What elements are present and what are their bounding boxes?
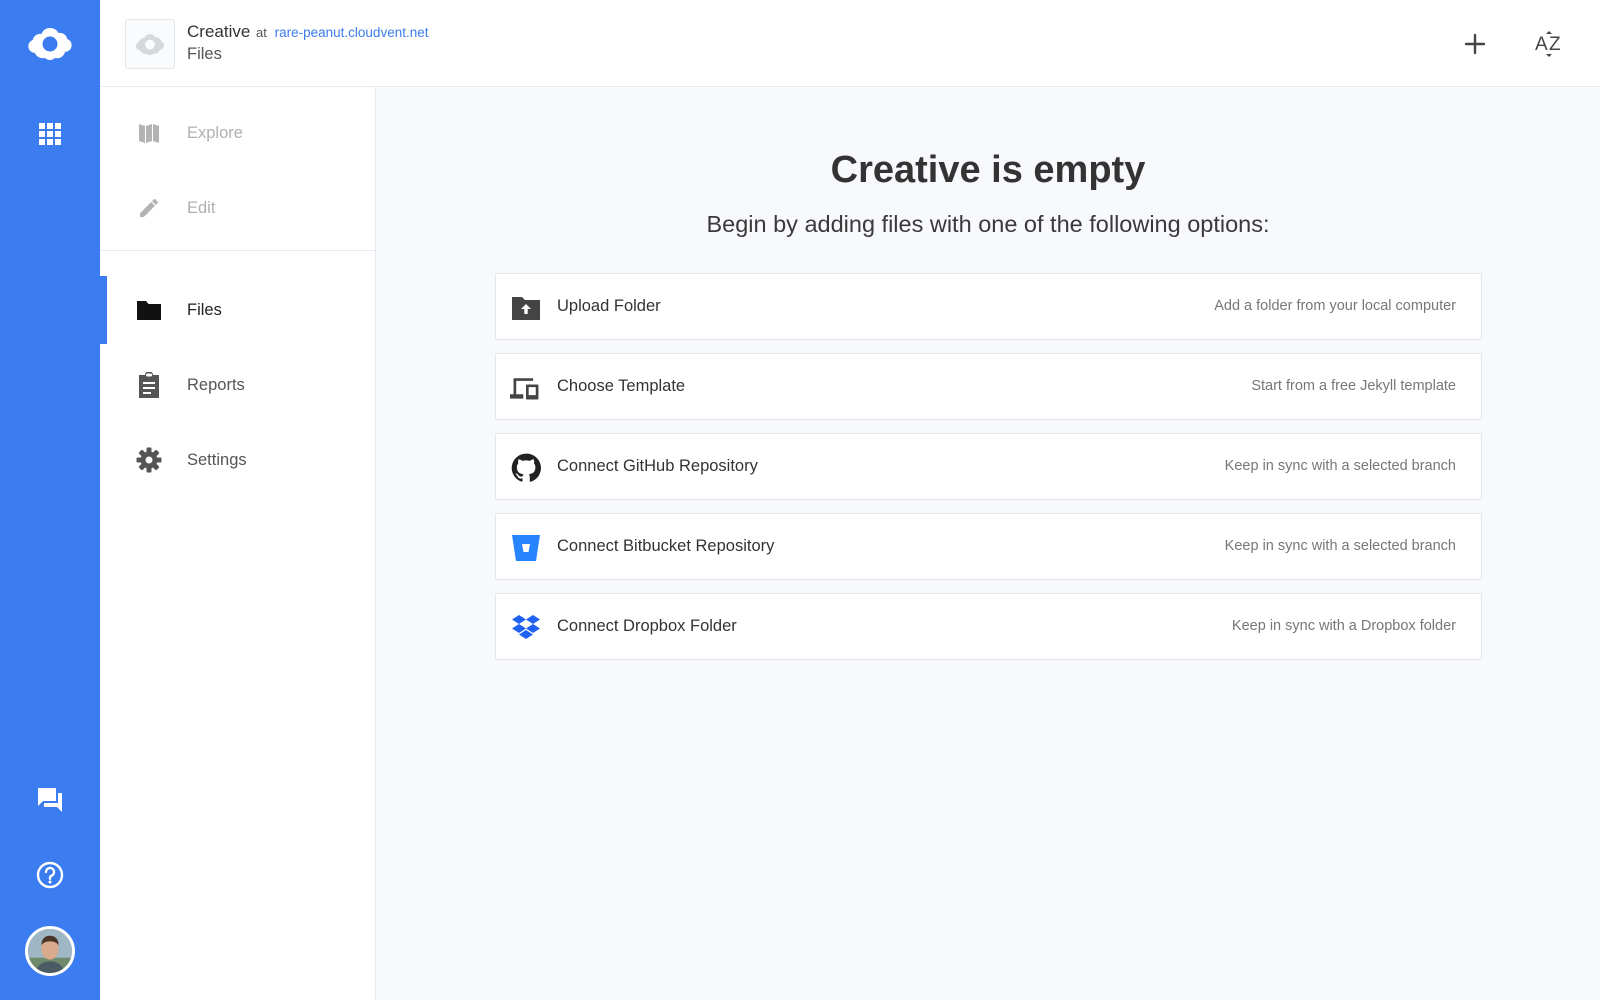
option-description: Keep in sync with a selected branch	[1224, 538, 1456, 554]
option-label: Upload Folder	[557, 297, 661, 315]
section-nav: Explore Edit Files Reports Settings	[100, 87, 376, 1000]
nav-label-settings: Settings	[187, 450, 247, 469]
option-description: Start from a free Jekyll template	[1251, 378, 1456, 394]
upload-folder-option[interactable]: Upload Folder Add a folder from your loc…	[495, 273, 1482, 340]
nav-item-files[interactable]: Files	[100, 276, 375, 344]
devices-icon	[510, 372, 542, 404]
connect-bitbucket-option[interactable]: Connect Bitbucket Repository Keep in syn…	[495, 513, 1482, 580]
option-description: Add a folder from your local computer	[1214, 298, 1456, 314]
connect-dropbox-option[interactable]: Connect Dropbox Folder Keep in sync with…	[495, 593, 1482, 660]
pencil-icon	[136, 195, 162, 221]
option-label: Connect Dropbox Folder	[557, 617, 737, 635]
chat-button[interactable]	[0, 778, 100, 822]
bitbucket-icon	[510, 532, 542, 564]
gear-icon	[136, 447, 162, 473]
nav-item-explore[interactable]: Explore	[100, 99, 375, 167]
section-title: Files	[187, 45, 222, 63]
help-button[interactable]	[0, 853, 100, 897]
empty-state-title: Creative is empty	[830, 149, 1146, 191]
map-icon	[136, 120, 162, 146]
apps-grid-icon	[39, 123, 61, 145]
nav-item-edit[interactable]: Edit	[100, 174, 375, 242]
home-logo-button[interactable]	[0, 18, 100, 68]
add-files-options: Upload Folder Add a folder from your loc…	[495, 273, 1482, 673]
svg-text:Z: Z	[1549, 34, 1561, 55]
folder-upload-icon	[510, 292, 542, 324]
site-at-text: at	[256, 25, 267, 40]
site-logo-icon	[135, 34, 165, 55]
nav-label-edit: Edit	[187, 198, 216, 217]
add-button[interactable]	[1455, 24, 1495, 64]
user-avatar	[25, 926, 75, 976]
site-thumbnail[interactable]	[125, 19, 175, 69]
dropbox-icon	[510, 612, 542, 644]
folder-icon	[136, 297, 162, 323]
top-header: Creative at rare-peanut.cloudvent.net Fi…	[100, 0, 1600, 87]
main-content: Creative is empty Begin by adding files …	[376, 87, 1600, 1000]
option-description: Keep in sync with a Dropbox folder	[1231, 618, 1456, 634]
site-name: Creative	[187, 22, 251, 41]
clipboard-icon	[136, 372, 162, 398]
nav-divider	[100, 250, 375, 251]
site-title-line: Creative at rare-peanut.cloudvent.net	[187, 22, 428, 42]
option-label: Connect GitHub Repository	[557, 457, 758, 475]
plus-icon	[1464, 33, 1486, 55]
nav-item-reports[interactable]: Reports	[100, 351, 375, 419]
chat-icon	[38, 788, 62, 812]
github-icon	[510, 452, 542, 484]
site-url-link[interactable]: rare-peanut.cloudvent.net	[275, 25, 429, 40]
nav-label-files: Files	[187, 300, 222, 319]
nav-label-explore: Explore	[187, 123, 243, 142]
sort-button[interactable]: A Z	[1530, 24, 1570, 64]
choose-template-option[interactable]: Choose Template Start from a free Jekyll…	[495, 353, 1482, 420]
empty-state-subtitle: Begin by adding files with one of the fo…	[706, 211, 1270, 237]
svg-text:A: A	[1535, 34, 1548, 55]
apps-button[interactable]	[0, 112, 100, 156]
option-label: Connect Bitbucket Repository	[557, 537, 775, 555]
cloudcannon-logo-icon	[28, 28, 72, 60]
help-circle-icon	[36, 861, 64, 889]
connect-github-option[interactable]: Connect GitHub Repository Keep in sync w…	[495, 433, 1482, 500]
nav-item-settings[interactable]: Settings	[100, 426, 375, 494]
sort-az-icon: A Z	[1535, 31, 1561, 57]
option-label: Choose Template	[557, 377, 686, 395]
app-rail	[0, 0, 100, 1000]
option-description: Keep in sync with a selected branch	[1224, 458, 1456, 474]
nav-label-reports: Reports	[187, 375, 245, 394]
user-avatar-button[interactable]	[0, 925, 100, 977]
